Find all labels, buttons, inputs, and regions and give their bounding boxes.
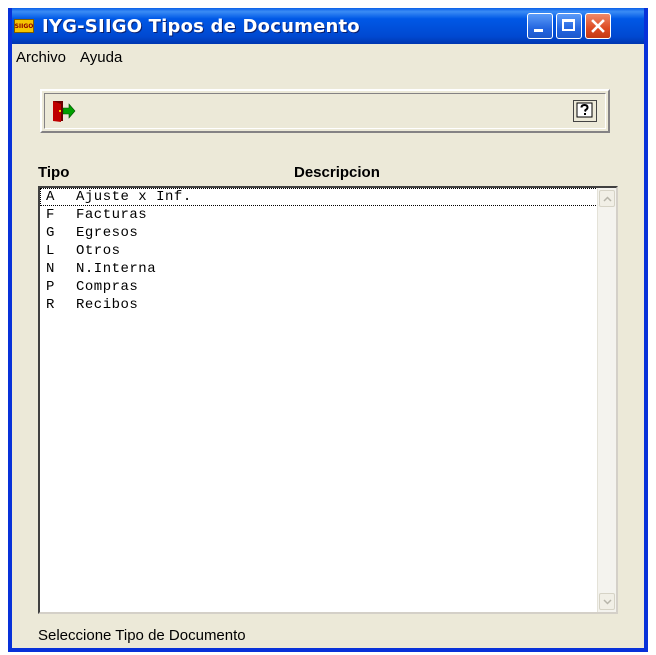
exit-button[interactable] — [50, 99, 76, 123]
item-description: Ajuste x Inf. — [76, 189, 192, 205]
minimize-button[interactable] — [527, 13, 553, 39]
chevron-down-icon — [603, 599, 612, 605]
item-code: N — [46, 261, 55, 277]
exit-door-icon — [53, 101, 76, 122]
maximize-button[interactable] — [556, 13, 582, 39]
chevron-up-icon — [603, 196, 612, 202]
item-code: A — [46, 189, 55, 205]
close-icon — [591, 19, 605, 33]
list-item[interactable]: G Egresos — [40, 224, 598, 242]
item-description: Otros — [76, 243, 121, 259]
menu-archivo[interactable]: Archivo — [12, 49, 73, 66]
window-title: IYG-SIIGO Tipos de Documento — [42, 15, 360, 37]
item-code: P — [46, 279, 55, 295]
close-button[interactable] — [585, 13, 611, 39]
item-description: Compras — [76, 279, 139, 295]
list-item[interactable]: F Facturas — [40, 206, 598, 224]
item-code: G — [46, 225, 55, 241]
column-header-tipo[interactable]: Tipo — [38, 164, 69, 181]
vertical-scrollbar[interactable] — [597, 188, 616, 612]
item-code: L — [46, 243, 55, 259]
document-type-list[interactable]: A Ajuste x Inf. F Facturas G Egresos L O… — [38, 186, 618, 614]
scroll-up-button[interactable] — [599, 190, 615, 207]
item-description: Recibos — [76, 297, 139, 313]
app-icon[interactable]: SIIGO — [14, 19, 34, 33]
status-text: Seleccione Tipo de Documento — [38, 626, 246, 644]
title-bar[interactable]: SIIGO IYG-SIIGO Tipos de Documento — [12, 8, 644, 44]
list-rows: A Ajuste x Inf. F Facturas G Egresos L O… — [40, 188, 598, 612]
item-code: F — [46, 207, 55, 223]
menu-bar: Archivo Ayuda — [12, 44, 644, 70]
item-code: R — [46, 297, 55, 313]
list-item[interactable]: N N.Interna — [40, 260, 598, 278]
menu-ayuda[interactable]: Ayuda — [73, 49, 129, 66]
item-description: Egresos — [76, 225, 139, 241]
item-description: Facturas — [76, 207, 148, 223]
list-item[interactable]: L Otros — [40, 242, 598, 260]
main-window: SIIGO IYG-SIIGO Tipos de Documento Archi… — [8, 8, 648, 652]
help-question-icon — [576, 102, 593, 118]
list-item[interactable]: P Compras — [40, 278, 598, 296]
item-description: N.Interna — [76, 261, 157, 277]
column-header-descripcion[interactable]: Descripcion — [294, 164, 380, 181]
toolbar-panel — [44, 93, 606, 129]
help-button[interactable] — [573, 100, 597, 122]
list-item[interactable]: R Recibos — [40, 296, 598, 314]
scroll-down-button[interactable] — [599, 593, 615, 610]
toolbar — [40, 89, 610, 133]
status-bar: Seleccione Tipo de Documento — [12, 622, 644, 648]
list-item[interactable]: A Ajuste x Inf. — [40, 188, 598, 206]
